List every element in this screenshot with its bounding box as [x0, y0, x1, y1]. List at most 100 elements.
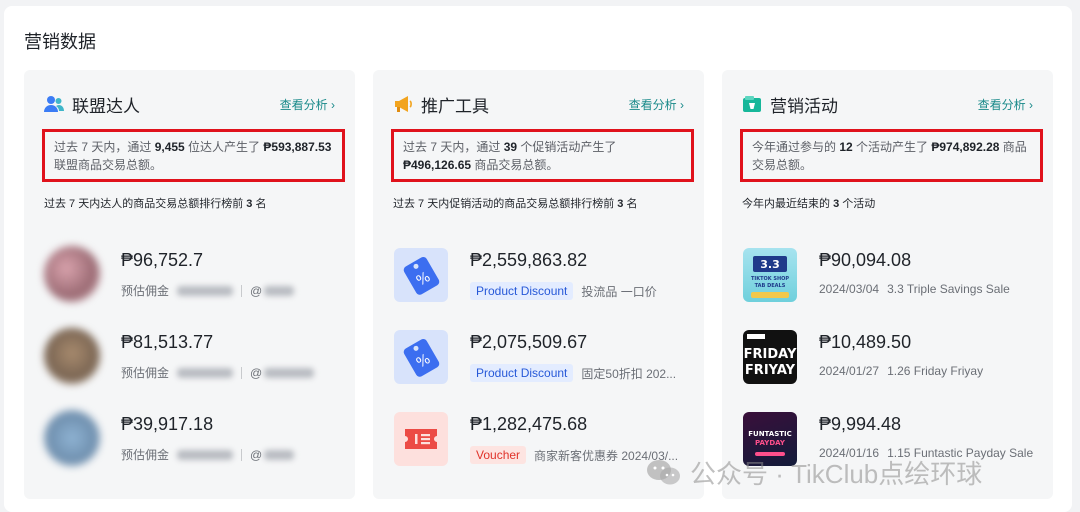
card-header: 联盟达人 查看分析 › [44, 92, 335, 116]
gmv-amount: ₱10,489.50 [819, 332, 912, 352]
card-title: 营销活动 [770, 96, 838, 116]
avatar [44, 410, 100, 466]
banner-text: FRIDAY [744, 347, 797, 362]
creator-row[interactable]: ₱96,752.7 预估佣金 @ [38, 244, 345, 304]
megaphone-icon [393, 94, 413, 114]
subhead-text: 名 [623, 198, 638, 210]
gmv-amount: ₱974,892.28 [931, 140, 1000, 154]
gmv-amount: ₱9,994.48 [819, 414, 902, 434]
promotion-row[interactable]: % ₱2,075,509.67 Product Discount 固定50折扣 … [387, 326, 694, 386]
divider [241, 366, 243, 379]
campaign-banner-image: FRIDAY FRIYAY [743, 330, 797, 384]
row-meta: Product Discount 固定50折扣 202... [470, 364, 676, 382]
ranking-subhead: 过去 7 天内促销活动的商品交易总额排行榜前 3 名 [393, 195, 637, 211]
watermark-text: 公众号 · TikClub点绘环球 [690, 459, 983, 489]
subhead-text: 过去 7 天内促销活动的商品交易总额排行榜前 [393, 198, 618, 210]
creator-handle: @ [250, 283, 263, 298]
marketing-campaigns-card: 营销活动 查看分析 › 今年通过参与的 12 个活动产生了 ₱974,892.2… [722, 70, 1053, 499]
view-analysis-link[interactable]: 查看分析 › [978, 96, 1033, 113]
summary-text: 过去 7 天内，通过 [403, 140, 504, 154]
summary-highlight: 过去 7 天内，通过 39 个促销活动产生了 ₱496,126.65 商品交易总… [391, 129, 694, 182]
subhead-text: 个活动 [839, 198, 876, 210]
subhead-text: 今年内最近结束的 [742, 198, 834, 210]
marketing-data-panel: 营销数据 联盟达人 查看分析 › 过去 7 天内，通过 9,455 位达人产生了… [4, 6, 1072, 512]
card-header: 推广工具 查看分析 › [393, 92, 684, 116]
creator-count: 9,455 [154, 140, 185, 154]
summary-text: 位达人产生了 [184, 140, 264, 154]
campaign-name: 3.3 Triple Savings Sale [887, 282, 1010, 296]
row-meta: 2024/01/27 1.26 Friday Friyay [819, 364, 983, 378]
summary-text: 联盟商品交易总额。 [54, 158, 163, 172]
summary-text: 商品交易总额。 [471, 158, 559, 172]
gmv-amount: ₱39,917.18 [121, 414, 214, 434]
campaign-row[interactable]: FRIDAY FRIYAY ₱10,489.50 2024/01/27 1.26… [736, 326, 1043, 386]
creator-row[interactable]: ₱39,917.18 预估佣金 @ [38, 408, 345, 468]
campaign-end-date: 2024/01/27 [819, 364, 880, 378]
blurred-value [177, 449, 234, 460]
row-meta: Product Discount 投流品 一口价 [470, 282, 657, 300]
voucher-icon [394, 412, 448, 466]
promotion-type-tag: Product Discount [470, 364, 574, 382]
summary-text: 个促销活动产生了 [517, 140, 617, 154]
gmv-amount: ₱593,887.53 [263, 140, 332, 154]
gmv-amount: ₱81,513.77 [121, 332, 214, 352]
summary-highlight: 过去 7 天内，通过 9,455 位达人产生了 ₱593,887.53 联盟商品… [42, 129, 345, 182]
campaign-end-date: 2024/03/04 [819, 282, 880, 296]
promotion-name: 固定50折扣 202... [581, 366, 677, 381]
campaign-count: 12 [839, 140, 853, 154]
recent-campaigns-subhead: 今年内最近结束的 3 个活动 [742, 195, 875, 211]
row-meta: 预估佣金 @ [121, 364, 315, 381]
banner-text: PAYDAY [755, 439, 786, 447]
promotion-type-tag: Product Discount [470, 282, 574, 300]
wechat-watermark: 公众号 · TikClub点绘环球 [646, 454, 982, 491]
creator-handle: @ [250, 365, 263, 380]
discount-tag-icon: % [394, 248, 448, 302]
divider [241, 448, 243, 461]
banner-text: FRIYAY [745, 363, 796, 378]
card-title: 推广工具 [421, 96, 489, 116]
banner-text: 3.3 [760, 258, 780, 271]
banner-text: TAB DEALS [755, 283, 786, 289]
campaign-name: 1.26 Friday Friyay [887, 364, 984, 378]
wechat-icon [646, 459, 682, 487]
promotion-tools-card: 推广工具 查看分析 › 过去 7 天内，通过 39 个促销活动产生了 ₱496,… [373, 70, 704, 499]
commission-label: 预估佣金 [121, 366, 170, 380]
card-header: 营销活动 查看分析 › [742, 92, 1033, 116]
avatar [44, 246, 100, 302]
gmv-amount: ₱96,752.7 [121, 250, 204, 270]
promotion-name: 投流品 一口价 [581, 284, 657, 299]
promotion-type-tag: Voucher [470, 446, 527, 464]
page-title: 营销数据 [24, 32, 96, 52]
row-meta: 2024/03/04 3.3 Triple Savings Sale [819, 282, 1010, 296]
gmv-amount: ₱2,559,863.82 [470, 250, 588, 270]
creator-row[interactable]: ₱81,513.77 预估佣金 @ [38, 326, 345, 386]
gmv-amount: ₱90,094.08 [819, 250, 912, 270]
summary-text: 过去 7 天内，通过 [54, 140, 155, 154]
card-title: 联盟达人 [72, 96, 140, 116]
summary-text: 个活动产生了 [852, 140, 932, 154]
subhead-text: 名 [252, 198, 267, 210]
ranking-subhead: 过去 7 天内达人的商品交易总额排行榜前 3 名 [44, 195, 266, 211]
view-analysis-link[interactable]: 查看分析 › [280, 96, 335, 113]
promotion-row[interactable]: % ₱2,559,863.82 Product Discount 投流品 一口价 [387, 244, 694, 304]
people-icon [44, 94, 64, 114]
banner-text: FUNTASTIC [748, 430, 792, 438]
creator-handle: @ [250, 447, 263, 462]
commission-label: 预估佣金 [121, 448, 170, 462]
commission-label: 预估佣金 [121, 284, 170, 298]
campaign-banner-image: 3.3 TIKTOK SHOP TAB DEALS [743, 248, 797, 302]
gmv-amount: ₱2,075,509.67 [470, 332, 588, 352]
banner-text: TIKTOK SHOP [751, 276, 789, 282]
blurred-handle [264, 285, 295, 296]
divider [241, 284, 243, 297]
blurred-value [177, 285, 234, 296]
campaign-icon [742, 94, 762, 114]
gmv-amount: ₱496,126.65 [403, 158, 472, 172]
campaign-row[interactable]: 3.3 TIKTOK SHOP TAB DEALS ₱90,094.08 202… [736, 244, 1043, 304]
blurred-handle [264, 367, 315, 378]
affiliate-creators-card: 联盟达人 查看分析 › 过去 7 天内，通过 9,455 位达人产生了 ₱593… [24, 70, 355, 499]
view-analysis-link[interactable]: 查看分析 › [629, 96, 684, 113]
row-meta: 预估佣金 @ [121, 446, 295, 463]
gmv-amount: ₱1,282,475.68 [470, 414, 588, 434]
promotion-count: 39 [503, 140, 518, 154]
